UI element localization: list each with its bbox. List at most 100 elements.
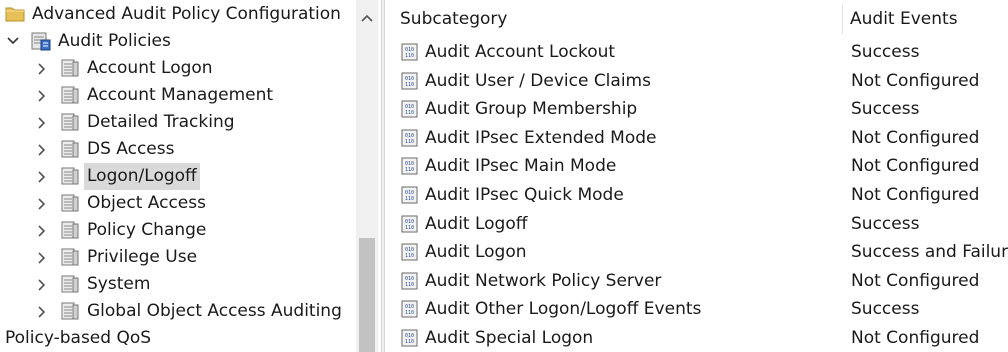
svg-text:110: 110 [405,253,414,259]
audit-events-value: Not Configured [851,270,980,291]
audit-category-icon [60,274,80,294]
tree-item-label: Audit Policies [58,31,171,51]
chevron-right-icon[interactable] [35,136,49,163]
chevron-right-icon[interactable] [35,190,49,217]
tree-item-label: Object Access [87,193,206,213]
audit-events-value: Not Configured [851,328,980,348]
tree-scrollbar[interactable] [356,0,378,352]
policy-setting-icon: 010 110 [400,242,420,262]
policy-setting-icon: 010 110 [400,42,420,62]
svg-text:110: 110 [405,282,414,288]
subcategory-list: Subcategory Audit Events 010 110 Audit Acc… [386,0,1008,352]
chevron-right-icon[interactable] [35,109,49,136]
subcategory-name: Audit IPsec Quick Mode [425,185,624,205]
list-row[interactable]: 010 110 Audit Network Policy Server Not Con… [386,267,1008,295]
chevron-right-icon[interactable] [35,163,49,190]
tree-item-label: Global Object Access Auditing [87,301,342,321]
list-row[interactable]: 010 110 Audit Other Logon/Logoff Events Suc… [386,295,1008,323]
list-row[interactable]: 010 110 Audit Logon Success and Failure [386,238,1008,266]
tree-item-label: DS Access [87,139,175,159]
audit-category-icon [60,301,80,321]
tree-item-label: Detailed Tracking [87,112,235,132]
subcategory-name: Audit Network Policy Server [425,270,662,291]
svg-text:110: 110 [405,110,414,116]
audit-events-value: Not Configured [851,185,980,205]
scrollbar-thumb[interactable] [359,238,375,352]
list-row[interactable]: 010 110 Audit IPsec Extended Mode Not Confi… [386,124,1008,152]
list-row[interactable]: 010 110 Audit Group Membership Success [386,95,1008,123]
subcategory-name: Audit Account Lockout [425,42,616,62]
tree-item-label: Logon/Logoff [84,163,200,190]
list-row[interactable]: 010 110 Audit IPsec Main Mode Not Configure… [386,152,1008,180]
chevron-right-icon[interactable] [35,271,49,298]
svg-text:110: 110 [405,196,414,202]
policy-setting-icon: 010 110 [400,185,420,205]
svg-text:110: 110 [405,339,414,345]
svg-text:110: 110 [405,310,414,316]
pane-splitter[interactable] [381,0,385,352]
audit-events-value: Not Configured [851,156,980,177]
tree-item-label: Account Management [87,85,274,105]
list-row[interactable]: 010 110 Audit Special Logon Not Configured [386,324,1008,352]
audit-category-icon [60,220,80,240]
policy-setting-icon: 010 110 [400,128,420,148]
policy-setting-icon: 010 110 [400,71,420,91]
column-separator[interactable] [842,4,843,34]
subcategory-name: Audit IPsec Extended Mode [425,127,657,148]
audit-events-value: Success [851,42,920,62]
policy-setting-icon: 010 110 [400,299,420,319]
list-row[interactable]: 010 110 Audit User / Device Claims Not Conf… [386,67,1008,95]
audit-events-value: Not Configured [851,70,980,91]
list-row[interactable]: 010 110 Audit Account Lockout Success [386,38,1008,66]
tree-item-label: Advanced Audit Policy Configuration [32,4,341,24]
column-header-audit-events[interactable]: Audit Events [850,0,958,38]
tree-item-label: Privilege Use [87,247,198,267]
audit-category-icon [60,139,80,159]
subcategory-name: Audit IPsec Main Mode [425,156,617,177]
audit-policies-icon [31,31,51,51]
audit-category-icon [60,193,80,213]
policy-setting-icon: 010 110 [400,156,420,176]
navigation-tree: Advanced Audit Policy Configuration Audi… [0,0,356,352]
policy-setting-icon: 010 110 [400,271,420,291]
tree-item-label: Policy Change [87,220,207,240]
subcategory-name: Audit Special Logon [425,328,594,348]
chevron-right-icon[interactable] [35,55,49,82]
chevron-right-icon[interactable] [35,82,49,109]
audit-category-icon [60,85,80,105]
audit-events-value: Success [851,213,920,234]
subcategory-name: Audit Group Membership [425,99,638,120]
policy-setting-icon: 010 110 [400,214,420,234]
tree-item-label: Policy-based QoS [5,328,152,348]
subcategory-name: Audit User / Device Claims [425,70,651,91]
subcategory-name: Audit Logon [425,242,527,263]
audit-category-icon [60,112,80,132]
svg-text:110: 110 [405,53,414,59]
svg-text:110: 110 [405,167,414,173]
audit-category-icon [60,247,80,267]
audit-category-icon [60,166,80,186]
subcategory-name: Audit Logoff [425,213,528,234]
svg-text:110: 110 [405,139,414,145]
audit-events-value: Success [851,99,920,120]
tree-item-label: System [87,274,151,294]
svg-text:110: 110 [405,82,414,88]
policy-setting-icon: 010 110 [400,99,420,119]
chevron-right-icon[interactable] [35,244,49,271]
audit-events-value: Not Configured [851,127,980,148]
chevron-right-icon[interactable] [35,298,49,325]
svg-text:110: 110 [405,225,414,231]
column-header-subcategory[interactable]: Subcategory [400,0,508,38]
audit-events-value: Success [851,299,920,320]
tree-item-label: Account Logon [87,58,213,78]
list-row[interactable]: 010 110 Audit Logoff Success [386,210,1008,238]
scroll-up-arrow-icon[interactable] [360,8,374,28]
list-row[interactable]: 010 110 Audit IPsec Quick Mode Not Configur… [386,181,1008,209]
audit-events-value: Success and Failure [851,242,1008,263]
chevron-down-icon[interactable] [6,28,20,55]
chevron-right-icon[interactable] [35,217,49,244]
folder-icon [5,4,25,24]
audit-category-icon [60,58,80,78]
policy-setting-icon: 010 110 [400,328,420,348]
subcategory-name: Audit Other Logon/Logoff Events [425,299,702,320]
